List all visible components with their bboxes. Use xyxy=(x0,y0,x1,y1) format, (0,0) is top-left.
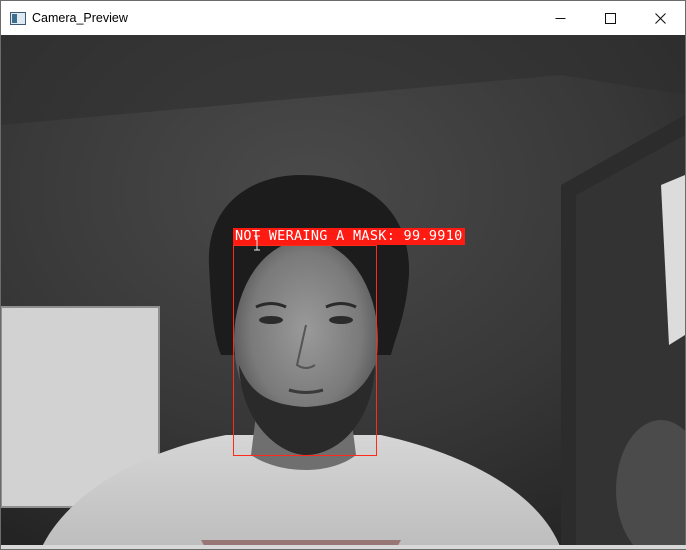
minimize-button[interactable] xyxy=(535,1,585,35)
title-bar[interactable]: Camera_Preview xyxy=(1,1,685,35)
face-bounding-box xyxy=(233,245,377,456)
bottom-edge xyxy=(1,545,686,549)
app-icon xyxy=(10,11,26,25)
maximize-button[interactable] xyxy=(585,1,635,35)
maximize-icon xyxy=(604,12,616,24)
window-controls xyxy=(535,1,685,35)
close-button[interactable] xyxy=(635,1,685,35)
minimize-icon xyxy=(555,17,565,19)
close-icon xyxy=(654,12,666,24)
camera-feed: NOT WERAING A MASK: 99.9910 xyxy=(1,35,685,549)
text-cursor-icon xyxy=(254,235,260,251)
camera-preview-window: Camera_Preview NOT WERAING A MASK: 99.99… xyxy=(0,0,686,550)
window-title: Camera_Preview xyxy=(32,11,128,25)
detection-label: NOT WERAING A MASK: 99.9910 xyxy=(233,228,465,245)
